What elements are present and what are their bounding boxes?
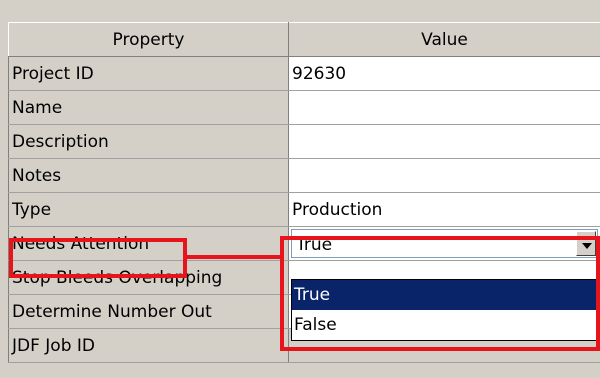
highlight-connector [186,255,281,259]
needs-attention-select[interactable]: True [291,229,598,258]
property-label: Notes [8,158,289,193]
table-row: Project ID 92630 [8,56,600,91]
property-label: Type [8,192,289,227]
dropdown-option-false[interactable]: False [292,310,600,340]
header-row: Property Value [8,22,600,57]
needs-attention-cell[interactable]: True [288,226,600,261]
table-row: Name [8,90,600,125]
property-grid-window: Property Value Project ID 92630 Name Des… [0,0,600,378]
notes-field[interactable] [288,158,600,193]
value-column-header[interactable]: Value [288,22,600,57]
property-label: JDF Job ID [8,328,289,363]
table-row: Type Production [8,192,600,227]
type-value[interactable]: Production [288,192,600,227]
property-label: Determine Number Out [8,294,289,329]
project-id-value[interactable]: 92630 [288,56,600,91]
property-label: Project ID [8,56,289,91]
property-label: Name [8,90,289,125]
dropdown-button[interactable] [576,231,596,256]
property-column-header[interactable]: Property [8,22,289,57]
needs-attention-selected-value: True [296,235,333,255]
chevron-down-icon [582,243,592,249]
table-row: Description [8,124,600,159]
dropdown-list: True False [291,279,600,341]
property-label: Stop Bleeds Overlapping [8,260,289,295]
description-field[interactable] [288,124,600,159]
dropdown-option-true[interactable]: True [292,280,600,310]
table-row: Notes [8,158,600,193]
table-row: Needs Attention True [8,226,600,261]
property-label: Description [8,124,289,159]
name-field[interactable] [288,90,600,125]
